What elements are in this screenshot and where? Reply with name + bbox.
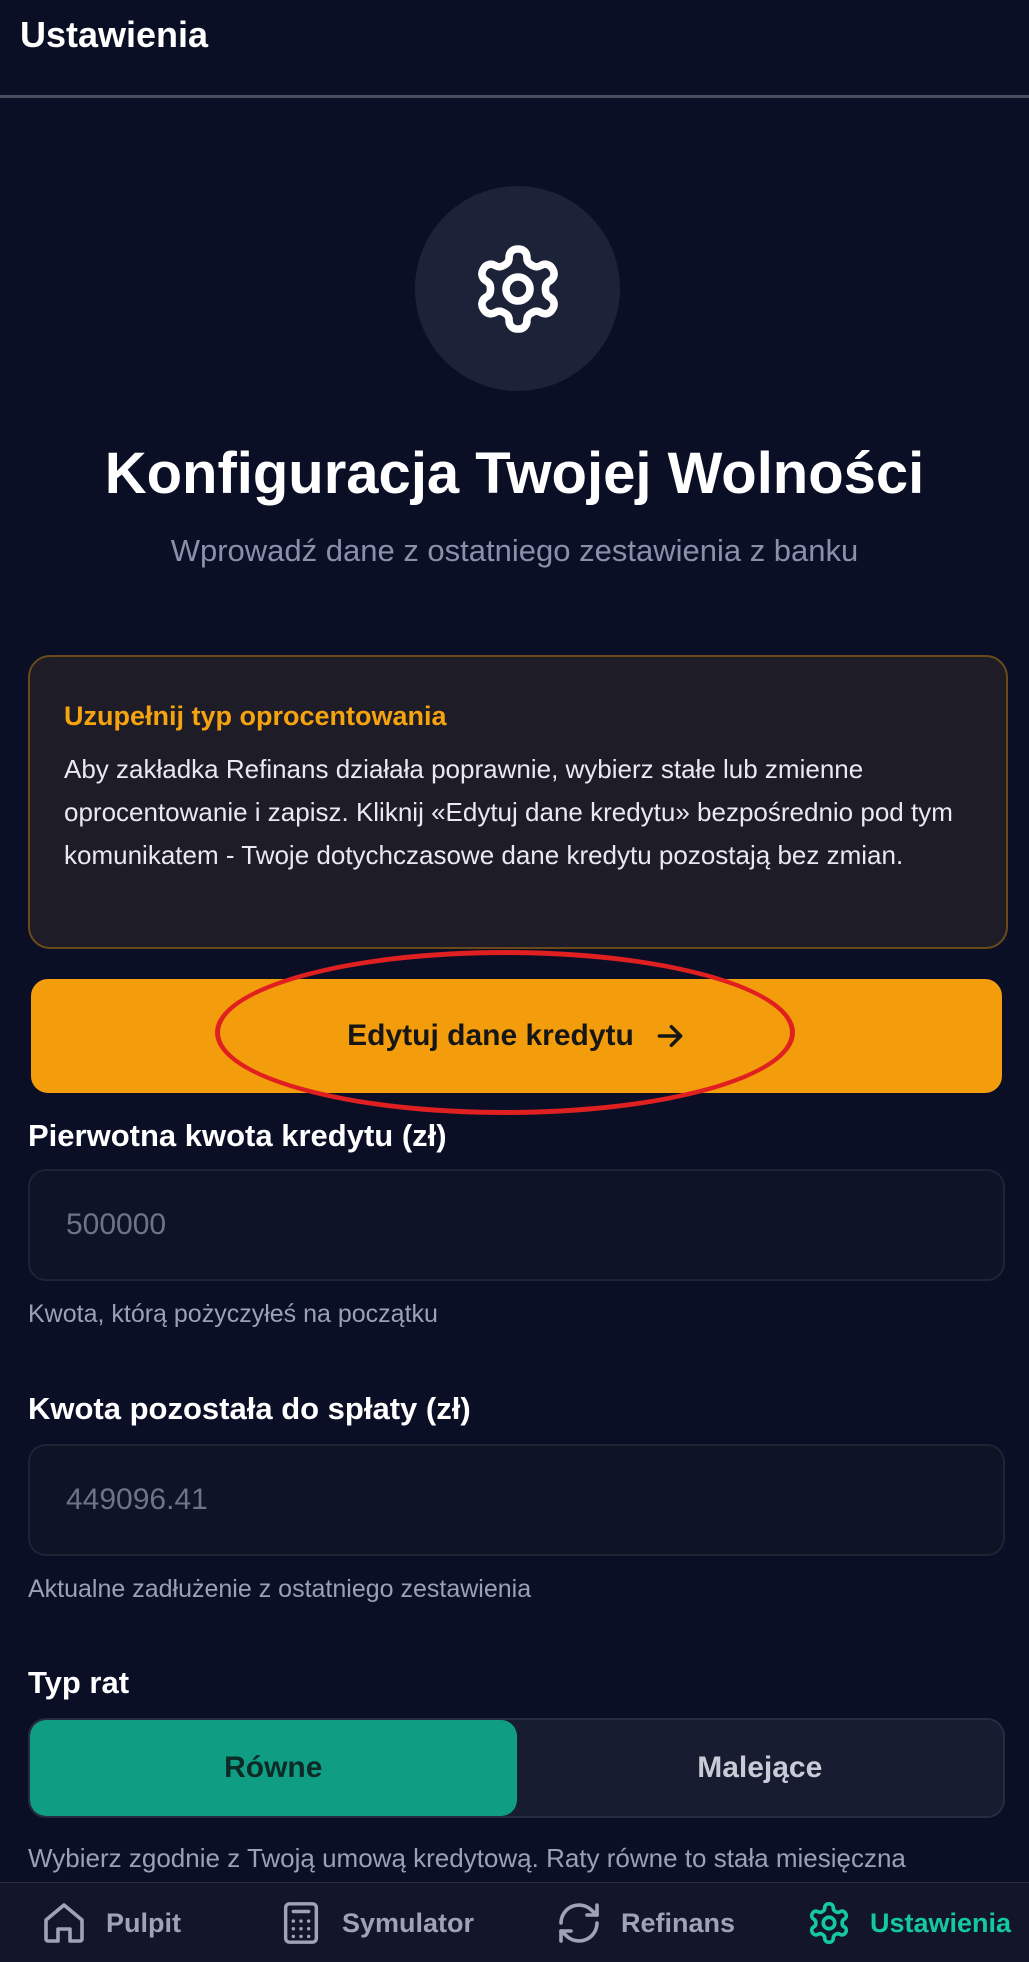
edit-credit-label: Edytuj dane kredytu <box>347 1019 634 1052</box>
page-title: Ustawienia <box>20 14 209 55</box>
bottom-navigation: Pulpit Symulator Refinans Ustawienia <box>0 1882 1029 1962</box>
calculator-icon <box>278 1899 324 1947</box>
edit-credit-button[interactable]: Edytuj dane kredytu <box>28 976 1005 1096</box>
nav-item-pulpit[interactable]: Pulpit <box>40 1883 181 1962</box>
hero-icon-circle <box>415 186 620 391</box>
interest-type-notice: Uzupełnij typ oprocentowania Aby zakładk… <box>28 655 1008 949</box>
gear-icon <box>806 1900 852 1946</box>
nav-item-symulator[interactable]: Symulator <box>278 1883 474 1962</box>
nav-label-refinans: Refinans <box>621 1907 736 1938</box>
original-amount-label: Pierwotna kwota kredytu (zł) <box>28 1118 447 1153</box>
hero-title: Konfiguracja Twojej Wolności <box>104 441 925 506</box>
installment-option-equal[interactable]: Równe <box>30 1720 517 1816</box>
nav-item-ustawienia[interactable]: Ustawienia <box>806 1883 1011 1962</box>
notice-body: Aby zakładka Refinans działała poprawnie… <box>64 754 953 870</box>
home-icon <box>40 1899 88 1947</box>
refresh-icon <box>555 1899 603 1947</box>
remaining-amount-input[interactable]: 449096.41 <box>28 1444 1005 1556</box>
remaining-amount-help: Aktualne zadłużenie z ostatniego zestawi… <box>28 1575 532 1603</box>
nav-label-symulator: Symulator <box>342 1907 475 1938</box>
original-amount-help: Kwota, którą pożyczyłeś na początku <box>28 1300 438 1328</box>
hero-subtitle: Wprowadź dane z ostatniego zestawienia z… <box>170 533 859 568</box>
installment-type-toggle: Równe Malejące <box>28 1718 1005 1818</box>
nav-label-ustawienia: Ustawienia <box>870 1907 1012 1938</box>
gear-icon <box>477 244 558 333</box>
arrow-right-icon <box>654 1020 686 1052</box>
installment-type-label: Typ rat <box>28 1665 130 1700</box>
installment-type-description: Wybierz zgodnie z Twoją umową kredytową.… <box>28 1843 906 1873</box>
installment-option-decreasing[interactable]: Malejące <box>517 1720 1004 1816</box>
remaining-amount-label: Kwota pozostała do spłaty (zł) <box>28 1391 471 1426</box>
nav-label-pulpit: Pulpit <box>106 1907 181 1938</box>
notice-title: Uzupełnij typ oprocentowania <box>64 701 447 731</box>
settings-screen: Ustawienia Konfiguracja Twojej Wolności … <box>0 0 1029 1962</box>
nav-item-refinans[interactable]: Refinans <box>555 1883 735 1962</box>
top-bar: Ustawienia <box>0 0 1029 98</box>
original-amount-input[interactable]: 500000 <box>28 1169 1005 1281</box>
